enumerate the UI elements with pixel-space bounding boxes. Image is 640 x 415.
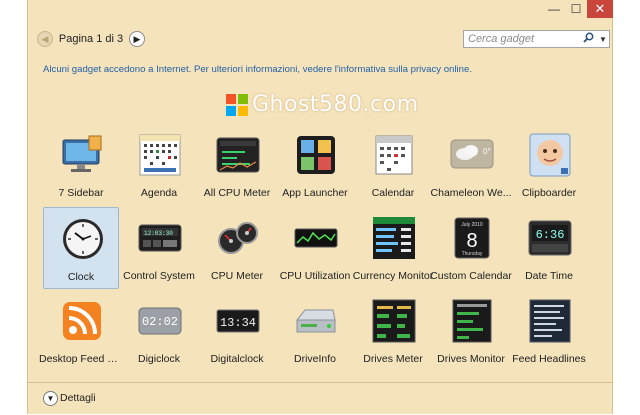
- close-button[interactable]: ✕: [587, 0, 613, 18]
- page-navigator: ◀ Pagina 1 di 3 ▶: [37, 31, 145, 47]
- gadget-tile[interactable]: CPU Utilization: [277, 207, 353, 289]
- watermark-text: Ghost580.com: [252, 92, 419, 117]
- cpu-meter-icon: [215, 132, 261, 178]
- svg-text:13:34: 13:34: [220, 316, 256, 330]
- custom-calendar-icon: July 2010 8 Thursday: [449, 215, 495, 261]
- gadget-label: Date Time: [525, 270, 573, 282]
- gadget-label: Chameleon We...: [430, 187, 512, 199]
- calendar-icon: [371, 132, 417, 178]
- gadget-label: Desktop Feed R...: [39, 353, 123, 365]
- gadget-gallery-window: — ☐ ✕ ◀ Pagina 1 di 3 ▶ Cerca gadget ▼ A…: [27, 0, 613, 414]
- clock-icon: [60, 216, 106, 262]
- digitalclock-icon: 13:34: [215, 298, 261, 344]
- gadget-tile[interactable]: Currency Monitor: [353, 207, 433, 289]
- gadget-label: Control System: [123, 270, 195, 282]
- gadget-tile[interactable]: Calendar: [355, 124, 431, 206]
- currency-monitor-icon: [371, 215, 417, 261]
- gadget-tile[interactable]: App Launcher: [277, 124, 353, 206]
- gadget-label: Clipboarder: [521, 187, 577, 199]
- svg-text:0°: 0°: [483, 147, 491, 156]
- gadget-tile[interactable]: Clipboarder: [511, 124, 587, 206]
- privacy-info-link[interactable]: Alcuni gadget accedono a Internet. Per u…: [43, 64, 472, 75]
- control-system-icon: 12:03:30: [137, 215, 183, 261]
- gadget-tile[interactable]: 0° Chameleon We...: [431, 124, 511, 206]
- digiclock-icon: 02:02: [137, 298, 183, 344]
- page-label: Pagina 1 di 3: [58, 33, 124, 45]
- maximize-button[interactable]: ☐: [565, 0, 587, 18]
- date-time-icon: 6:36: [527, 215, 573, 261]
- svg-text:Thursday: Thursday: [462, 251, 483, 257]
- gadget-tile[interactable]: Feed Headlines: [511, 290, 587, 372]
- gadget-tile[interactable]: Clock: [43, 207, 119, 289]
- gadget-label: All CPU Meter: [203, 187, 271, 199]
- agenda-icon: [137, 132, 183, 178]
- drives-meter-icon: [371, 298, 417, 344]
- gadget-label: Calendar: [371, 187, 415, 199]
- gadget-tile[interactable]: 02:02 Digiclock: [121, 290, 197, 372]
- svg-text:6:36: 6:36: [536, 228, 565, 242]
- gadget-label: Digiclock: [137, 353, 180, 365]
- gadget-tile[interactable]: 13:34 Digitalclock: [199, 290, 275, 372]
- gadget-label: Agenda: [140, 187, 178, 199]
- gadget-tile[interactable]: Desktop Feed R...: [39, 290, 123, 372]
- gadget-label: App Launcher: [282, 187, 348, 199]
- next-page-button[interactable]: ▶: [129, 31, 145, 47]
- gadget-label: Feed Headlines: [512, 353, 586, 365]
- gadget-tile[interactable]: Drives Monitor: [433, 290, 509, 372]
- search-icon[interactable]: [583, 32, 597, 46]
- gadget-tile[interactable]: 7 Sidebar: [43, 124, 119, 206]
- previous-page-button[interactable]: ◀: [37, 31, 53, 47]
- details-label[interactable]: Dettagli: [60, 392, 96, 404]
- drives-monitor-icon: [449, 298, 495, 344]
- weather-icon: 0°: [449, 132, 495, 178]
- chevron-down-icon[interactable]: ▼: [597, 35, 609, 44]
- search-box[interactable]: Cerca gadget ▼: [463, 30, 610, 48]
- details-bar: ▼ Dettagli: [28, 382, 612, 415]
- gadget-tile[interactable]: Drives Meter: [355, 290, 431, 372]
- gadget-label: 7 Sidebar: [58, 187, 104, 199]
- svg-text:12:03:30: 12:03:30: [144, 230, 173, 237]
- gadget-label: Digitalclock: [210, 353, 264, 365]
- gadget-tile[interactable]: 12:03:30 Control System: [121, 207, 197, 289]
- svg-text:8: 8: [466, 230, 477, 252]
- minimize-button[interactable]: —: [543, 0, 565, 18]
- svg-text:July 2010: July 2010: [461, 222, 483, 228]
- gadget-label: CPU Meter: [211, 270, 263, 282]
- clipboarder-icon: [527, 132, 573, 178]
- gadget-label: Drives Meter: [363, 353, 423, 365]
- search-input[interactable]: Cerca gadget: [464, 33, 583, 45]
- svg-text:02:02: 02:02: [142, 315, 178, 329]
- feed-headlines-icon: [527, 298, 573, 344]
- gadget-label: Drives Monitor: [437, 353, 505, 365]
- gadget-label: CPU Utilization: [279, 270, 351, 282]
- app-launcher-icon: [293, 132, 339, 178]
- gadget-tile[interactable]: DriveInfo: [277, 290, 353, 372]
- cpu-gauge-icon: [215, 215, 261, 261]
- gadget-tile[interactable]: 6:36 Date Time: [511, 207, 587, 289]
- gadget-tile[interactable]: July 2010 8 Thursday Custom Calendar: [430, 207, 512, 289]
- gadget-label: DriveInfo: [293, 353, 336, 365]
- expand-details-button[interactable]: ▼: [43, 391, 58, 406]
- gadget-tile[interactable]: CPU Meter: [199, 207, 275, 289]
- watermark: Ghost580.com: [226, 92, 419, 117]
- gadget-label: Custom Calendar: [430, 270, 512, 282]
- gadget-label: Clock: [67, 271, 95, 283]
- drive-icon: [293, 298, 339, 344]
- monitor-icon: [59, 132, 105, 178]
- gadget-tile[interactable]: All CPU Meter: [199, 124, 275, 206]
- rss-feed-icon: [59, 298, 105, 344]
- windows-logo-icon: [226, 93, 248, 116]
- cpu-utilization-icon: [293, 215, 339, 261]
- title-bar: — ☐ ✕: [28, 0, 613, 22]
- gadget-tile[interactable]: Agenda: [121, 124, 197, 206]
- gadget-label: Currency Monitor: [352, 270, 434, 282]
